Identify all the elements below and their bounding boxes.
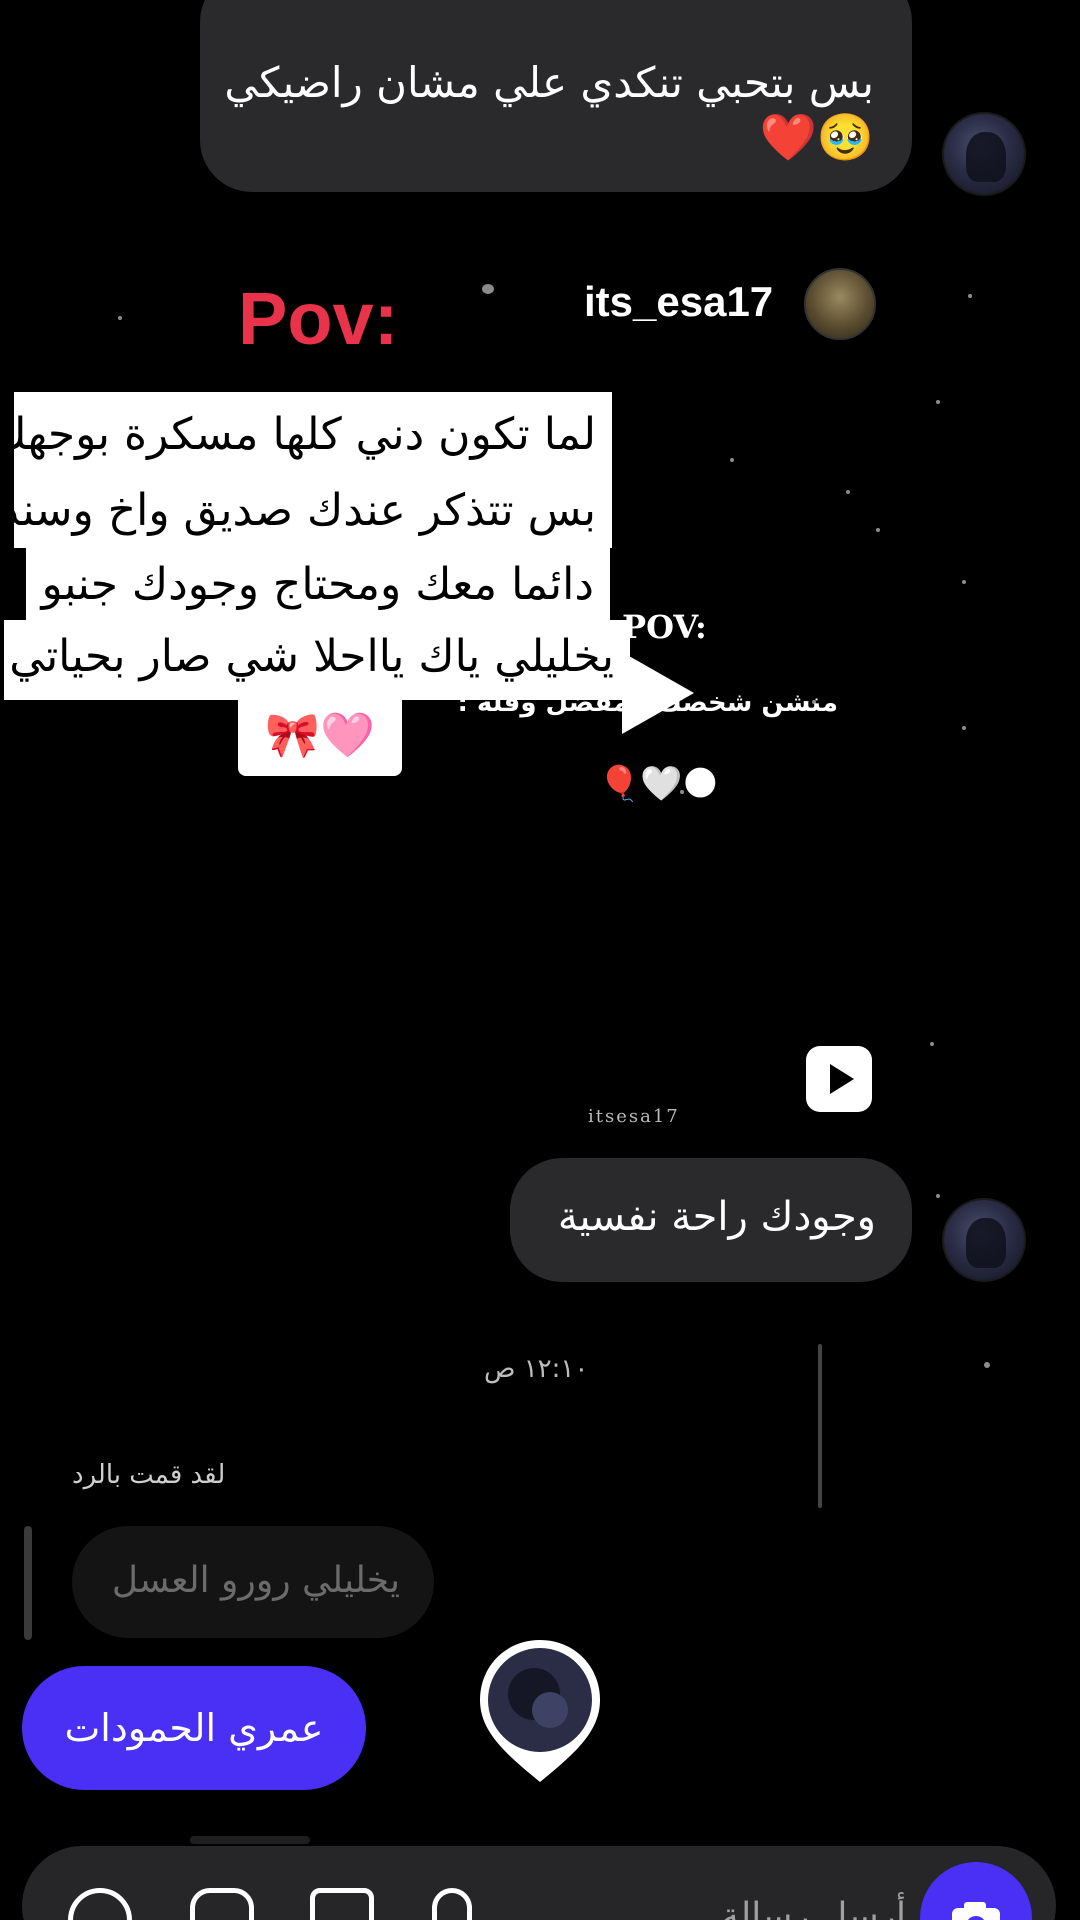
post-author-avatar[interactable] xyxy=(804,268,876,340)
message-bubble-reply[interactable]: وجودك راحة نفسية xyxy=(510,1158,912,1282)
message-text: بس بتحبي تنكدي علي مشان راضيكي xyxy=(224,58,874,107)
sticker-icon[interactable] xyxy=(190,1888,254,1920)
reply-suggestion-label: عمري الحمودات xyxy=(64,1706,324,1750)
sticker-line-4: يخليلي ياك يااحلا شي صار بحياتي xyxy=(4,620,630,700)
quoted-text: يخليلي رورو العسل xyxy=(111,1560,400,1601)
reply-quote-bar xyxy=(24,1526,32,1640)
post-username[interactable]: its_esa17 xyxy=(584,278,773,326)
faded-partial-text xyxy=(190,1836,310,1844)
message-text: وجودك راحة نفسية xyxy=(557,1194,876,1240)
reel-badge-icon[interactable] xyxy=(806,1046,872,1112)
camera-icon xyxy=(952,1902,1000,1920)
reply-suggestion-button[interactable]: عمري الحمودات xyxy=(22,1666,366,1790)
inner-emoji: 🎈🤍🌑 xyxy=(598,764,719,804)
post-watermark: itsesa17 xyxy=(588,1106,680,1127)
sticker-line-1: لما تكون دني كلها مسكرة بوجهك xyxy=(0,392,612,478)
gallery-icon[interactable] xyxy=(310,1888,374,1920)
quoted-message[interactable]: يخليلي رورو العسل xyxy=(72,1526,434,1638)
pov-label: Pov: xyxy=(238,277,399,360)
camera-button[interactable] xyxy=(920,1862,1032,1920)
inner-pov-text: POV: xyxy=(622,608,707,646)
timestamp: ١٢:١٠ ص xyxy=(484,1354,589,1384)
sticker-line-5: 🩷🎀 xyxy=(238,696,402,776)
sticker-line-3: دائما معك ومحتاج وجودك جنبو xyxy=(26,548,610,622)
sender-avatar[interactable] xyxy=(942,1198,1026,1282)
message-input[interactable]: أرسل رسالة... xyxy=(640,1896,906,1920)
mic-icon[interactable] xyxy=(432,1888,472,1920)
sticker-line-2: بس تتذكر عندك صديق واخ وسند xyxy=(0,474,612,548)
message-emoji: 🥹❤️ xyxy=(759,110,874,164)
location-pin-avatar[interactable] xyxy=(476,1636,604,1786)
sender-avatar[interactable] xyxy=(942,112,1026,196)
play-overlay-icon[interactable] xyxy=(618,648,698,738)
reply-label: لقد قمت بالرد xyxy=(72,1460,226,1490)
message-bubble-top[interactable]: بس بتحبي تنكدي علي مشان راضيكي 🥹❤️ xyxy=(200,0,912,192)
divider xyxy=(818,1344,822,1508)
